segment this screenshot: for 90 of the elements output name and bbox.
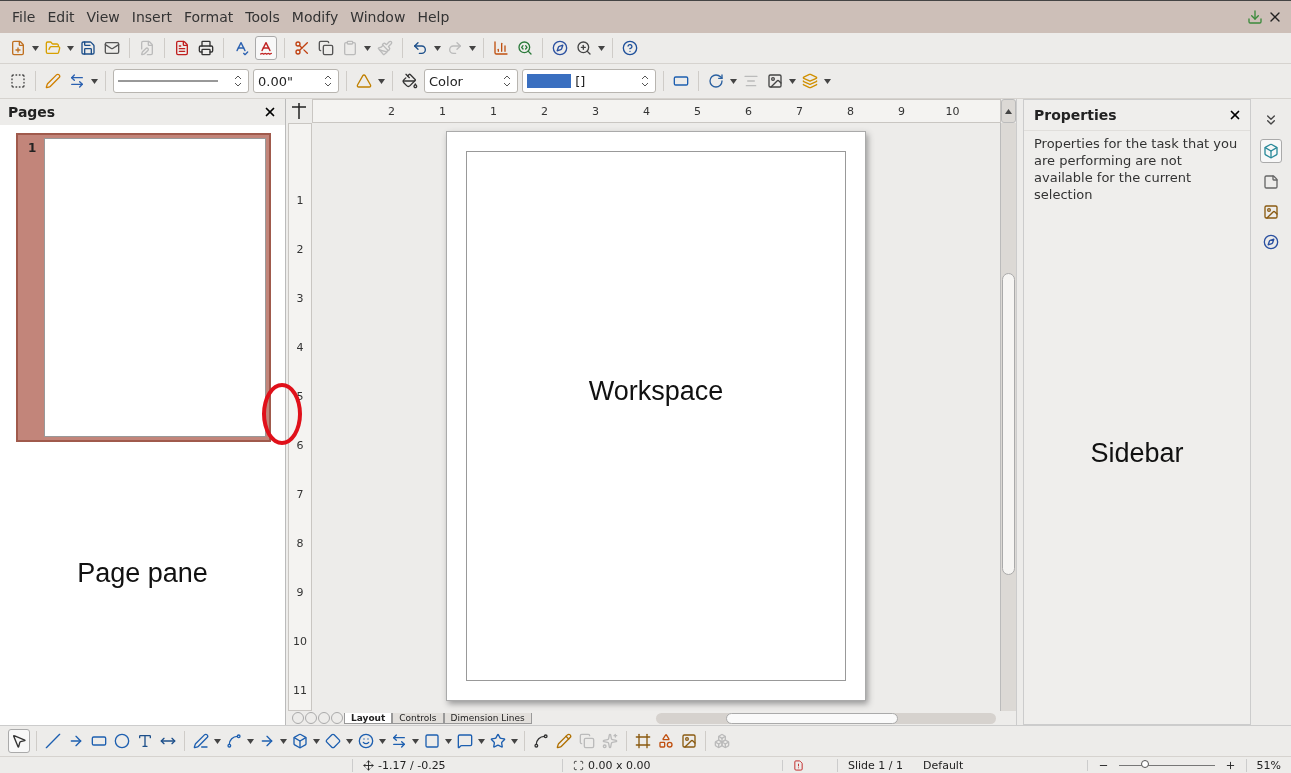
caret-icon[interactable] — [313, 738, 320, 744]
layer-tab[interactable]: Layout — [344, 712, 393, 724]
cube-icon[interactable] — [1260, 139, 1282, 163]
menu-item[interactable]: Format — [177, 9, 240, 25]
caret-icon[interactable] — [32, 45, 39, 51]
caret-icon[interactable] — [730, 78, 737, 84]
caret-icon[interactable] — [789, 78, 796, 84]
caret-icon[interactable] — [469, 45, 476, 51]
caret-icon[interactable] — [67, 45, 74, 51]
size-readout: 0.00 x 0.00 — [588, 758, 651, 772]
caret-icon[interactable] — [91, 78, 98, 84]
caret-icon[interactable] — [445, 738, 452, 744]
annotation-label: Sidebar — [1090, 438, 1184, 469]
caret-icon[interactable] — [346, 738, 353, 744]
auto-spellcheck-icon[interactable] — [255, 36, 277, 60]
menu-item[interactable]: Window — [344, 9, 412, 25]
ruler-number: 1 — [438, 104, 447, 118]
scrollbar-thumb[interactable] — [726, 712, 898, 724]
slider-thumb[interactable] — [1141, 760, 1150, 768]
ruler-number: 1 — [296, 194, 304, 209]
ruler-number: 6 — [296, 439, 304, 454]
caret-icon[interactable] — [1005, 108, 1012, 114]
vertical-scrollbar[interactable] — [1000, 123, 1016, 711]
page-number: 1 — [27, 140, 38, 157]
caret-icon[interactable] — [214, 738, 221, 744]
ruler-number: 9 — [296, 586, 304, 601]
line-width-field[interactable]: 0.00" — [253, 69, 339, 93]
ruler-number: 10 — [293, 635, 307, 650]
scroll-up-button[interactable] — [1001, 99, 1016, 123]
zoom-readout: 51% — [1245, 758, 1291, 772]
line-style-field[interactable] — [113, 69, 249, 93]
select-icon[interactable] — [8, 729, 30, 753]
pane-title: Pages — [8, 104, 56, 120]
caret-icon[interactable] — [824, 78, 831, 84]
zoom-in-icon[interactable] — [1224, 759, 1236, 771]
area-color-dropdown[interactable]: [] — [522, 69, 656, 93]
caret-icon[interactable] — [379, 738, 386, 744]
caret-icon[interactable] — [511, 738, 518, 744]
page-thumbnail[interactable]: 1 — [16, 133, 271, 442]
menu-item[interactable]: Help — [411, 9, 456, 25]
annotation-label: Page pane — [77, 558, 208, 589]
close-icon[interactable] — [263, 105, 277, 119]
menu-item[interactable]: File — [6, 9, 42, 25]
ruler-number: 10 — [944, 104, 961, 118]
tab-stop-icon[interactable] — [292, 103, 306, 119]
sidebar-title: Properties — [1034, 107, 1117, 123]
area-style-dropdown[interactable]: Color — [424, 69, 518, 93]
caret-icon[interactable] — [364, 45, 371, 51]
menu-item[interactable]: Modify — [285, 9, 345, 25]
ruler-number: 2 — [540, 104, 549, 118]
caret-icon[interactable] — [434, 45, 441, 51]
sidebar-message: Properties for the task that you are performing are not available for the current selection — [1034, 135, 1239, 203]
position-readout: -1.17 / -0.25 — [378, 758, 446, 772]
caret-icon[interactable] — [478, 738, 485, 744]
ruler-number: 8 — [296, 537, 304, 552]
ruler-number: 8 — [846, 104, 855, 118]
document-modified-icon — [793, 759, 804, 771]
caret-icon[interactable] — [378, 78, 385, 84]
ruler-number: 5 — [693, 104, 702, 118]
annotation-label: Workspace — [588, 375, 724, 407]
menu-item[interactable]: Edit — [41, 9, 81, 25]
ruler-number: 11 — [293, 684, 307, 699]
caret-icon[interactable] — [247, 738, 254, 744]
ruler-number: 9 — [897, 104, 906, 118]
ruler-number: 4 — [642, 104, 651, 118]
position-icon — [363, 759, 374, 771]
caret-icon[interactable] — [412, 738, 419, 744]
ruler-number: 3 — [296, 292, 304, 307]
layout-name: Default — [922, 758, 965, 772]
color-swatch — [527, 74, 571, 88]
ruler-number: 1 — [489, 104, 498, 118]
ruler-number: 2 — [387, 104, 396, 118]
menu-item[interactable]: View — [80, 9, 126, 25]
ruler-number: 7 — [795, 104, 804, 118]
ruler-number: 6 — [744, 104, 753, 118]
ruler-number: 3 — [591, 104, 600, 118]
size-icon — [573, 759, 584, 771]
ruler-number: 2 — [296, 243, 304, 258]
caret-icon[interactable] — [598, 45, 605, 51]
close-icon[interactable] — [1228, 108, 1242, 122]
layer-tab[interactable]: Controls — [392, 712, 444, 724]
menu-item[interactable]: Tools — [239, 9, 286, 25]
slide-indicator: Slide 1 / 1 — [837, 758, 914, 772]
ruler-number: 4 — [296, 341, 304, 356]
scrollbar-thumb[interactable] — [1002, 273, 1015, 575]
layer-tab[interactable]: Dimension Lines — [443, 712, 532, 724]
caret-icon[interactable] — [280, 738, 287, 744]
menu-item[interactable]: Insert — [125, 9, 178, 25]
ruler-number: 7 — [296, 488, 304, 503]
horizontal-scrollbar[interactable] — [656, 712, 996, 724]
